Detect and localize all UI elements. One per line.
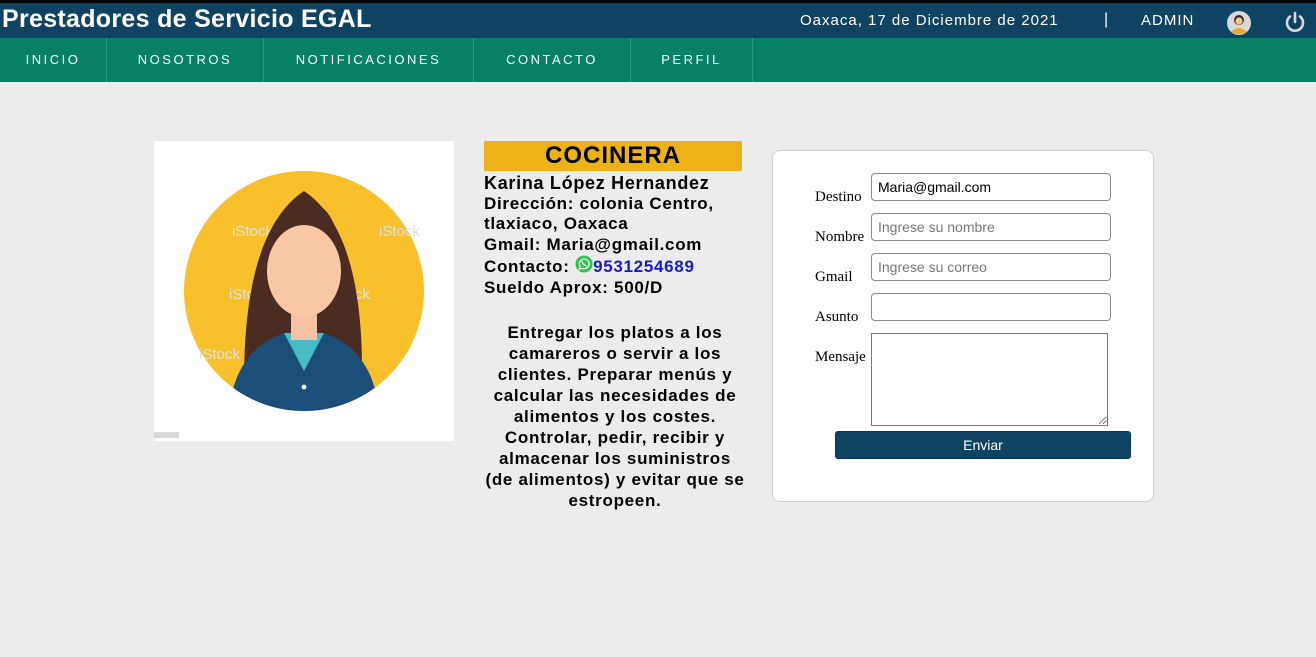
mensaje-label: Mensaje <box>815 349 866 365</box>
user-avatar-icon[interactable] <box>1227 11 1251 35</box>
destino-input[interactable] <box>871 173 1111 201</box>
site-title: Prestadores de Servicio EGAL <box>2 5 372 33</box>
gmail-input[interactable] <box>871 253 1111 281</box>
profile-name: Karina López Hernandez <box>484 173 710 193</box>
job-title: COCINERA <box>484 141 742 171</box>
power-icon[interactable] <box>1283 10 1307 34</box>
watermark-text: iStock <box>379 223 420 240</box>
contact-label: Contacto: <box>484 257 570 276</box>
main-nav: INICIO NOSOTROS NOTIFICACIONES CONTACTO … <box>0 38 1316 82</box>
date-text: Oaxaca, 17 de Diciembre de 2021 <box>800 12 1059 29</box>
whatsapp-icon[interactable] <box>575 255 593 273</box>
mensaje-textarea[interactable] <box>871 333 1108 426</box>
watermark-text: iStock <box>199 346 240 363</box>
profile-info: Karina López Hernandez Dirección: coloni… <box>484 173 746 298</box>
nav-item-perfil[interactable]: PERFIL <box>631 38 753 82</box>
profile-photo: iStock iStock iStock iStock iStock iStoc… <box>154 141 454 441</box>
nombre-label: Nombre <box>815 229 865 245</box>
contact-form: Destino Nombre Gmail Asunto Mensaje Envi… <box>772 150 1154 502</box>
nav-item-inicio[interactable]: INICIO <box>0 38 107 82</box>
send-button[interactable]: Enviar <box>835 431 1131 459</box>
top-bar: Prestadores de Servicio EGAL Oaxaca, 17 … <box>0 0 1316 38</box>
profile-salary: Sueldo Aprox: 500/D <box>484 277 663 297</box>
nav-item-contacto[interactable]: CONTACTO <box>474 38 631 82</box>
nav-item-nosotros[interactable]: NOSOTROS <box>107 38 264 82</box>
destino-label: Destino <box>815 189 862 205</box>
asunto-label: Asunto <box>815 309 859 325</box>
header-separator: | <box>1104 11 1109 28</box>
asunto-input[interactable] <box>871 293 1111 321</box>
user-label: ADMIN <box>1141 12 1195 29</box>
profile-contact: Contacto: 9531254689 <box>484 255 746 278</box>
job-description: Entregar los platos a los camareros o se… <box>485 323 745 510</box>
nav-item-notificaciones[interactable]: NOTIFICACIONES <box>264 38 474 82</box>
phone-link[interactable]: 9531254689 <box>593 257 695 276</box>
gmail-label: Gmail <box>815 269 853 285</box>
profile-email: Gmail: Maria@gmail.com <box>484 234 703 254</box>
profile-address: Dirección: colonia Centro, tlaxiaco, Oax… <box>484 193 714 234</box>
nombre-input[interactable] <box>871 213 1111 241</box>
